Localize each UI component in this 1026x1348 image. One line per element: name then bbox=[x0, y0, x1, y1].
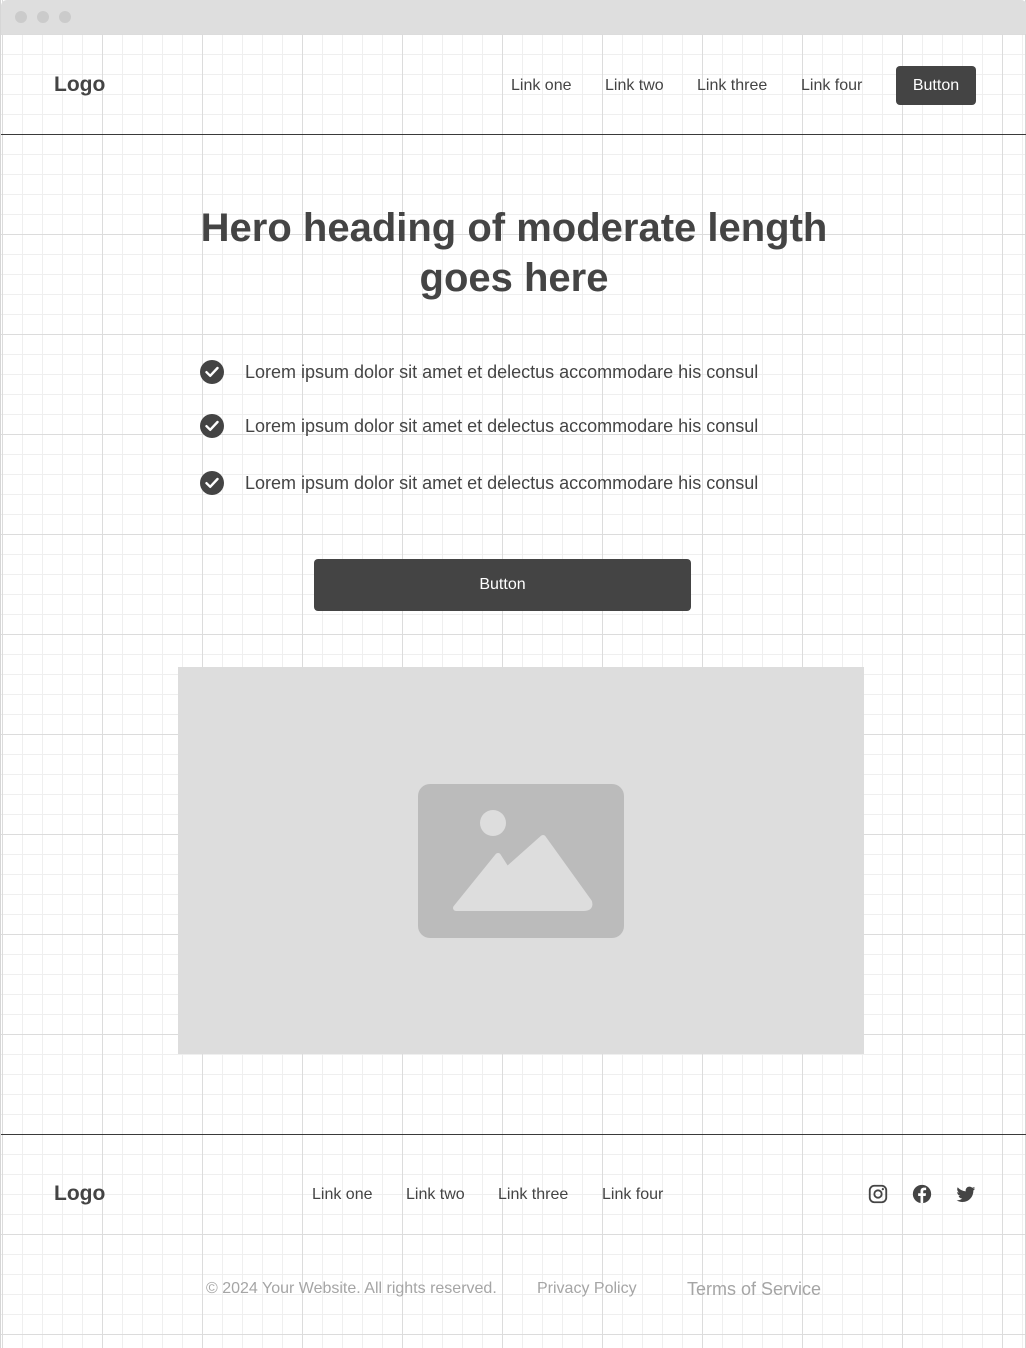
window-minimize-dot[interactable] bbox=[37, 11, 49, 23]
check-circle-icon bbox=[200, 471, 224, 495]
hero-heading: Hero heading of moderate length goes her… bbox=[114, 203, 914, 303]
header-cta-button[interactable]: Button bbox=[896, 66, 976, 105]
hero-cta-button[interactable]: Button bbox=[314, 559, 691, 611]
footer-divider bbox=[1, 1134, 1026, 1135]
footer-nav-link-four[interactable]: Link four bbox=[602, 1186, 663, 1204]
header-nav-link-three[interactable]: Link three bbox=[697, 77, 767, 95]
feature-item: Lorem ipsum dolor sit amet et delectus a… bbox=[200, 413, 758, 439]
header-logo[interactable]: Logo bbox=[54, 73, 105, 97]
site-header: Logo Link one Link two Link three Link f… bbox=[1, 34, 1026, 135]
check-circle-icon bbox=[200, 414, 224, 438]
header-nav-link-two[interactable]: Link two bbox=[605, 77, 664, 95]
image-placeholder-icon bbox=[418, 784, 624, 938]
twitter-icon[interactable] bbox=[955, 1183, 977, 1205]
hero-image-placeholder bbox=[178, 667, 864, 1054]
feature-text: Lorem ipsum dolor sit amet et delectus a… bbox=[245, 472, 759, 493]
header-nav-link-four[interactable]: Link four bbox=[801, 77, 862, 95]
feature-item: Lorem ipsum dolor sit amet et delectus a… bbox=[200, 359, 758, 385]
instagram-icon[interactable] bbox=[867, 1183, 889, 1205]
hero-heading-line-2: goes here bbox=[419, 256, 609, 300]
copyright-text: © 2024 Your Website. All rights reserved… bbox=[206, 1280, 497, 1297]
check-circle-icon bbox=[200, 360, 224, 384]
footer-logo[interactable]: Logo bbox=[54, 1182, 105, 1206]
feature-item: Lorem ipsum dolor sit amet et delectus a… bbox=[200, 470, 758, 496]
feature-text: Lorem ipsum dolor sit amet et delectus a… bbox=[245, 415, 759, 436]
footer-nav-link-two[interactable]: Link two bbox=[406, 1186, 465, 1204]
window-close-dot[interactable] bbox=[15, 11, 27, 23]
footer-nav-link-one[interactable]: Link one bbox=[312, 1186, 373, 1204]
window-maximize-dot[interactable] bbox=[59, 11, 71, 23]
facebook-icon[interactable] bbox=[911, 1183, 933, 1205]
footer-nav-link-three[interactable]: Link three bbox=[498, 1186, 568, 1204]
privacy-policy-link[interactable]: Privacy Policy bbox=[537, 1280, 637, 1298]
window-titlebar bbox=[1, 0, 1026, 34]
feature-text: Lorem ipsum dolor sit amet et delectus a… bbox=[245, 361, 759, 382]
terms-of-service-link[interactable]: Terms of Service bbox=[687, 1279, 821, 1300]
hero-heading-line-1: Hero heading of moderate length bbox=[200, 206, 828, 250]
header-nav-link-one[interactable]: Link one bbox=[511, 77, 572, 95]
